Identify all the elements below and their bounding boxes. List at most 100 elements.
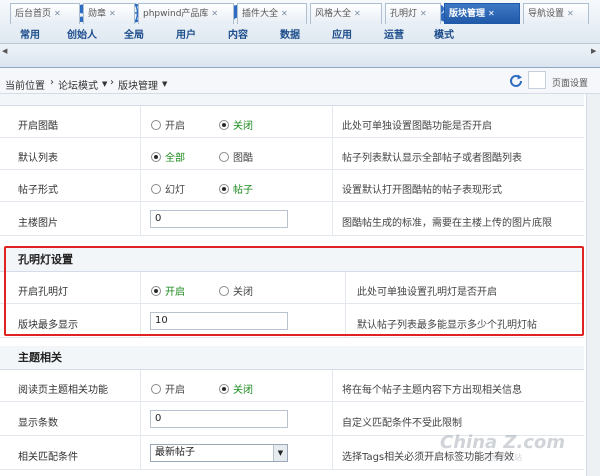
refresh-icon[interactable] bbox=[509, 74, 523, 88]
page-settings-button[interactable] bbox=[528, 71, 546, 89]
tab-scroll-right-icon[interactable]: ▶ bbox=[591, 47, 596, 55]
chevron-down-icon[interactable]: ▼ bbox=[273, 445, 287, 461]
main-floor-images-input[interactable]: 0 bbox=[150, 210, 288, 228]
radio-disable-related[interactable]: 关闭 bbox=[219, 381, 253, 396]
setting-row: 版块最多显示 10 默认帖子列表最多能显示多少个孔明灯帖 bbox=[0, 304, 584, 338]
setting-row: 默认列表 全部 图酷 帖子列表默认显示全部帖子或者图酷列表 bbox=[0, 138, 584, 170]
chevron-down-icon[interactable]: ▼ bbox=[102, 80, 107, 88]
setting-row: 开启图酷 开启 关闭 此处可单独设置图酷功能是否开启 bbox=[0, 106, 584, 138]
setting-row: 开启孔明灯 开启 关闭 此处可单独设置孔明灯是否开启 bbox=[0, 272, 584, 304]
tab-label: 导航设置 bbox=[528, 9, 565, 19]
close-icon[interactable]: ✕ bbox=[281, 9, 288, 18]
radio-disable[interactable]: 关闭 bbox=[219, 117, 253, 132]
radio-dot[interactable] bbox=[219, 152, 229, 162]
close-icon[interactable]: ✕ bbox=[488, 9, 495, 18]
divider bbox=[140, 170, 141, 201]
divider bbox=[140, 106, 141, 137]
tab-home[interactable]: 后台首页 ✕ bbox=[10, 3, 80, 24]
radio-dot[interactable] bbox=[219, 184, 229, 194]
setting-row: 显示条数 0 自定义匹配条件不受此限制 bbox=[0, 402, 584, 436]
radio-dot[interactable] bbox=[219, 286, 229, 296]
radio-label: 关闭 bbox=[233, 121, 253, 132]
breadcrumb-prefix: 当前位置 bbox=[5, 81, 45, 92]
scrollbar[interactable] bbox=[586, 94, 600, 476]
setting-row: 帖子形式 幻灯 帖子 设置默认打开图酷帖的帖子表现形式 bbox=[0, 170, 584, 202]
settings-panel: 开启图酷 开启 关闭 此处可单独设置图酷功能是否开启 默认列表 全部 图酷 帖子… bbox=[0, 94, 600, 476]
toolbar-label: 模式 bbox=[434, 30, 454, 41]
match-condition-select[interactable]: 最新帖子 ▼ bbox=[150, 444, 288, 462]
divider bbox=[140, 436, 141, 469]
radio-slideshow[interactable]: 幻灯 bbox=[151, 181, 185, 196]
setting-hint: 帖子列表默认显示全部帖子或者图酷列表 bbox=[342, 153, 522, 164]
watermark-logo: China Z.com 中国站长站 bbox=[440, 432, 566, 462]
tab-styles[interactable]: 风格大全 ✕ bbox=[310, 3, 382, 24]
radio-label: 帖子 bbox=[233, 185, 253, 196]
section-title: 孔明灯设置 bbox=[18, 253, 73, 266]
divider bbox=[332, 370, 333, 401]
toolbar-label: 常用 bbox=[20, 30, 40, 41]
close-icon[interactable]: ✕ bbox=[211, 9, 218, 18]
divider bbox=[332, 402, 333, 435]
divider bbox=[332, 202, 333, 235]
setting-row: 主楼图片 0 图酷帖生成的标准，需要在主楼上传的图片底限 bbox=[0, 202, 584, 236]
divider bbox=[332, 106, 333, 137]
page-settings-label[interactable]: 页面设置 bbox=[552, 76, 588, 89]
tab-kongming[interactable]: 孔明灯 ✕ bbox=[385, 3, 441, 24]
breadcrumb-separator: › bbox=[110, 77, 114, 88]
toolbar-label: 运营 bbox=[384, 30, 404, 41]
radio-enable[interactable]: 开启 bbox=[151, 117, 185, 132]
tab-plugins[interactable]: 插件大全 ✕ bbox=[237, 3, 307, 24]
toolbar-label: 用户 bbox=[176, 30, 196, 41]
display-count-input[interactable]: 0 bbox=[150, 410, 288, 428]
radio-label: 关闭 bbox=[233, 385, 253, 396]
close-icon[interactable]: ✕ bbox=[420, 9, 427, 18]
chevron-down-icon[interactable]: ▼ bbox=[162, 80, 167, 88]
section-title: 主题相关 bbox=[18, 351, 62, 364]
divider bbox=[140, 272, 141, 303]
tab-navigation[interactable]: 导航设置 ✕ bbox=[523, 3, 589, 24]
radio-label: 幻灯 bbox=[165, 185, 185, 196]
radio-dot[interactable] bbox=[151, 152, 161, 162]
radio-enable-related[interactable]: 开启 bbox=[151, 381, 185, 396]
setting-label: 开启图酷 bbox=[18, 121, 58, 132]
tab-label: 勋章 bbox=[88, 9, 107, 19]
close-icon[interactable]: ✕ bbox=[109, 9, 116, 18]
section-header-kongming: 孔明灯设置 bbox=[0, 248, 584, 272]
radio-tuku[interactable]: 图酷 bbox=[219, 149, 253, 164]
setting-label: 相关匹配条件 bbox=[18, 452, 78, 463]
setting-label: 主楼图片 bbox=[18, 218, 58, 229]
radio-dot[interactable] bbox=[151, 286, 161, 296]
tab-product-library[interactable]: phpwind产品库 ✕ bbox=[138, 3, 234, 24]
toolbar-label: 数据 bbox=[280, 30, 300, 41]
close-icon[interactable]: ✕ bbox=[354, 9, 361, 18]
radio-all[interactable]: 全部 bbox=[151, 149, 185, 164]
radio-post[interactable]: 帖子 bbox=[219, 181, 253, 196]
radio-dot[interactable] bbox=[151, 384, 161, 394]
divider bbox=[332, 170, 333, 201]
radio-dot[interactable] bbox=[219, 120, 229, 130]
radio-disable-kongming[interactable]: 关闭 bbox=[219, 283, 253, 298]
radio-enable-kongming[interactable]: 开启 bbox=[151, 283, 185, 298]
radio-dot[interactable] bbox=[219, 384, 229, 394]
breadcrumb-forum-management[interactable]: 版块管理 bbox=[118, 77, 158, 92]
tab-label: 风格大全 bbox=[315, 9, 352, 19]
tab-forum-management[interactable]: 版块管理 ✕ bbox=[444, 3, 520, 24]
tab-label: 后台首页 bbox=[15, 9, 52, 19]
forum-max-display-input[interactable]: 10 bbox=[150, 312, 288, 330]
close-icon[interactable]: ✕ bbox=[567, 9, 574, 18]
setting-hint: 图酷帖生成的标准，需要在主楼上传的图片底限 bbox=[342, 218, 552, 229]
tab-label: 插件大全 bbox=[242, 9, 279, 19]
radio-dot[interactable] bbox=[151, 120, 161, 130]
tab-medals[interactable]: 勋章 ✕ bbox=[83, 3, 135, 24]
breadcrumb-forum-mode[interactable]: 论坛模式 bbox=[58, 77, 98, 92]
radio-dot[interactable] bbox=[151, 184, 161, 194]
watermark-brand: China Z.com bbox=[440, 432, 566, 453]
setting-row: 阅读页主题相关功能 开启 关闭 将在每个帖子主题内容下方出现相关信息 bbox=[0, 370, 584, 402]
setting-hint: 自定义匹配条件不受此限制 bbox=[342, 418, 462, 429]
toolbar-label: 创始人 bbox=[67, 30, 97, 41]
close-icon[interactable]: ✕ bbox=[54, 9, 61, 18]
tab-scroll-left-icon[interactable]: ◀ bbox=[2, 47, 7, 55]
toolbar-label: 全局 bbox=[124, 30, 144, 41]
divider bbox=[140, 304, 141, 337]
setting-hint: 将在每个帖子主题内容下方出现相关信息 bbox=[342, 385, 522, 396]
